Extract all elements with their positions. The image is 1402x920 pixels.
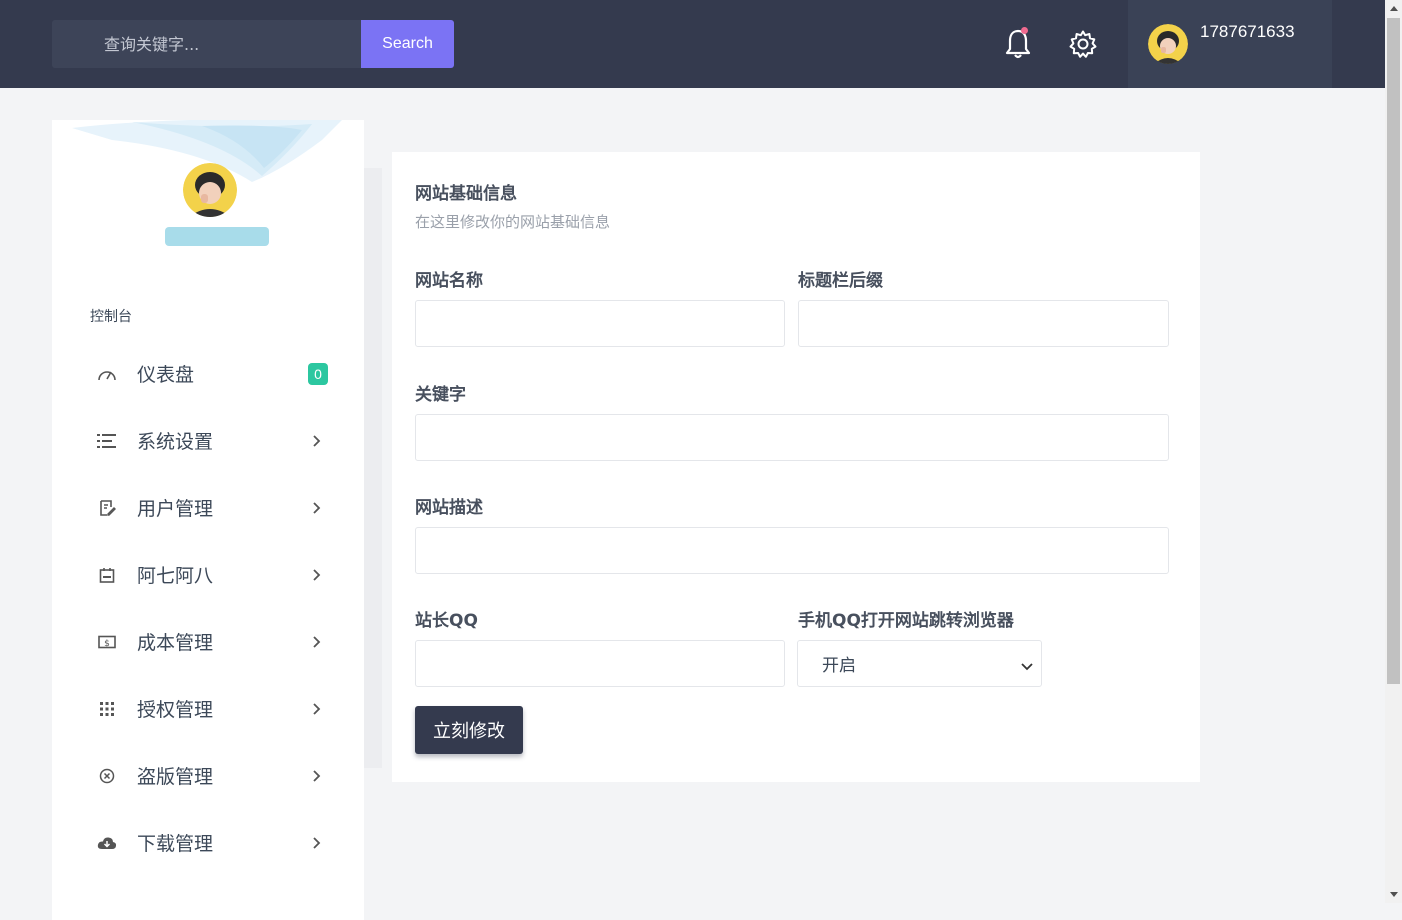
sidebar-item-label: 盗版管理 xyxy=(137,766,214,788)
mobile-qq-redirect-label: 手机QQ打开网站跳转浏览器 xyxy=(798,611,1014,631)
search-input[interactable] xyxy=(52,20,361,68)
sidebar-item-piracy-management[interactable]: 盗版管理 xyxy=(52,742,364,809)
notification-dot xyxy=(1021,27,1028,34)
sidebar-item-user-management[interactable]: 用户管理 xyxy=(52,474,364,541)
owner-qq-input[interactable] xyxy=(415,640,785,687)
grid-icon xyxy=(97,699,117,719)
notification-bell-icon[interactable] xyxy=(1002,26,1034,62)
sidebar-item-system-settings[interactable]: 系统设置 xyxy=(52,407,364,474)
select-value: 开启 xyxy=(822,656,856,676)
sidebar-gutter xyxy=(364,168,382,768)
chevron-down-icon xyxy=(1021,656,1033,675)
submit-button[interactable]: 立刻修改 xyxy=(415,706,523,754)
sidebar-section-title: 控制台 xyxy=(90,309,132,325)
settings-gear-icon[interactable] xyxy=(1067,26,1099,62)
money-icon: $ xyxy=(97,632,117,652)
site-name-label: 网站名称 xyxy=(415,271,483,291)
sidebar-item-label: 用户管理 xyxy=(137,498,214,520)
edit-note-icon xyxy=(97,498,117,518)
description-label: 网站描述 xyxy=(415,498,483,518)
sidebar-item-label: 下载管理 xyxy=(137,833,214,855)
card-subtitle: 在这里修改你的网站基础信息 xyxy=(415,213,611,231)
user-menu[interactable]: 1787671633 xyxy=(1128,0,1332,88)
cloud-download-icon xyxy=(97,833,117,853)
user-avatar[interactable] xyxy=(1148,24,1188,64)
sidebar-item-download-management[interactable]: 下载管理 xyxy=(52,809,364,876)
sidebar-nav: 仪表盘 0 系统设置 用户管理 阿七阿八 $ 成本管理 授权管理 盗版管理 下载… xyxy=(52,340,364,876)
calendar-icon xyxy=(97,565,117,585)
sidebar-item-label: 阿七阿八 xyxy=(137,565,214,587)
chevron-right-icon xyxy=(310,769,324,783)
sidebar-avatar[interactable] xyxy=(183,163,237,217)
sidebar-item-dashboard[interactable]: 仪表盘 0 xyxy=(52,340,364,407)
gauge-icon xyxy=(97,364,117,384)
svg-text:$: $ xyxy=(104,639,110,649)
description-input[interactable] xyxy=(415,527,1169,574)
close-circle-icon xyxy=(97,766,117,786)
page-scrollbar[interactable] xyxy=(1385,0,1402,903)
user-id: 1787671633 xyxy=(1200,22,1295,41)
chevron-right-icon xyxy=(310,702,324,716)
chevron-right-icon xyxy=(310,568,324,582)
title-suffix-label: 标题栏后缀 xyxy=(798,271,883,291)
card-title: 网站基础信息 xyxy=(415,184,517,204)
sidebar-item-license-management[interactable]: 授权管理 xyxy=(52,675,364,742)
scroll-down-arrow-icon[interactable] xyxy=(1385,886,1402,903)
scroll-thumb[interactable] xyxy=(1387,18,1400,684)
sidebar-item-label: 仪表盘 xyxy=(137,364,195,386)
sidebar-item-label: 系统设置 xyxy=(137,431,214,453)
search-bar: Search xyxy=(52,20,454,68)
top-navbar: Search 1787671633 xyxy=(0,0,1385,88)
sidebar-username-placeholder xyxy=(165,227,269,246)
chevron-right-icon xyxy=(310,434,324,448)
site-name-input[interactable] xyxy=(415,300,785,347)
chevron-right-icon xyxy=(310,836,324,850)
dashboard-count-badge: 0 xyxy=(308,362,328,385)
sidebar: 控制台 仪表盘 0 系统设置 用户管理 阿七阿八 $ 成本管理 授权管理 盗版管… xyxy=(52,120,364,920)
keywords-label: 关键字 xyxy=(415,385,466,405)
mobile-qq-redirect-select[interactable]: 开启 xyxy=(797,640,1042,687)
list-icon xyxy=(97,431,117,451)
scroll-up-arrow-icon[interactable] xyxy=(1385,0,1402,17)
chevron-right-icon xyxy=(310,501,324,515)
sidebar-item-label: 成本管理 xyxy=(137,632,214,654)
owner-qq-label: 站长QQ xyxy=(415,611,478,631)
chevron-right-icon xyxy=(310,635,324,649)
keywords-input[interactable] xyxy=(415,414,1169,461)
title-suffix-input[interactable] xyxy=(798,300,1169,347)
site-settings-card: 网站基础信息 在这里修改你的网站基础信息 网站名称 标题栏后缀 关键字 网站描述… xyxy=(392,152,1200,782)
search-button[interactable]: Search xyxy=(361,20,454,68)
sidebar-item-aqi-aba[interactable]: 阿七阿八 xyxy=(52,541,364,608)
sidebar-item-label: 授权管理 xyxy=(137,699,214,721)
sidebar-item-cost-management[interactable]: $ 成本管理 xyxy=(52,608,364,675)
